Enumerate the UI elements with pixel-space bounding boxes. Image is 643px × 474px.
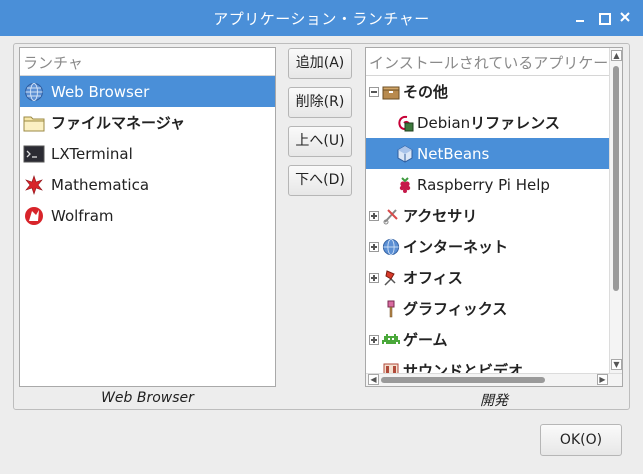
tree-item-label: アクセサリ (403, 207, 478, 225)
tree-item-netbeans[interactable]: NetBeans (366, 138, 622, 169)
launcher-item-label: Mathematica (51, 175, 150, 194)
launcher-item-label: Wolfram (51, 206, 114, 225)
launcher-item-label: ファイルマネージャ (51, 114, 185, 132)
launcher-item-label: LXTerminal (51, 144, 133, 163)
scroll-right-icon[interactable]: ▶ (597, 374, 608, 385)
tree-item-label: インターネット (403, 238, 509, 256)
netbeans-icon (396, 144, 414, 163)
tree-category-office[interactable]: オフィス (366, 262, 622, 293)
expand-icon[interactable] (369, 210, 379, 221)
launcher-item-web-browser[interactable]: Web Browser (20, 76, 275, 107)
folder-icon (23, 112, 45, 134)
ok-button[interactable]: OK(O) (540, 424, 622, 456)
tree-item-label: Raspberry Pi Help (417, 175, 550, 194)
remove-button[interactable]: 削除(R) (288, 87, 352, 118)
installed-category-caption: 開発 (480, 393, 508, 409)
launcher-item-label: Web Browser (51, 82, 150, 101)
wolfram-icon (23, 205, 45, 227)
tree-item-debian-reference[interactable]: Debian リファレンス (366, 107, 622, 138)
launcher-item-wolfram[interactable]: Wolfram (20, 200, 275, 231)
maximize-icon[interactable] (595, 9, 611, 25)
tree-vertical-scroll-thumb[interactable] (613, 66, 619, 291)
globe-icon (382, 238, 400, 256)
tree-category-accessories[interactable]: アクセサリ (366, 200, 622, 231)
launcher-item-mathematica[interactable]: Mathematica (20, 169, 275, 200)
expand-icon[interactable] (369, 334, 379, 345)
collapse-icon[interactable] (369, 86, 379, 97)
close-icon[interactable] (617, 9, 633, 25)
scroll-up-icon[interactable]: ▲ (611, 50, 622, 61)
launcher-selection-caption: Web Browser (101, 390, 194, 406)
mathematica-icon (23, 174, 45, 196)
installed-apps-tree[interactable]: インストールされているアプリケー その他 Debian リファレンス NetBe… (365, 47, 623, 387)
globe-icon (23, 81, 45, 103)
tree-category-games[interactable]: ゲーム (366, 324, 622, 355)
launcher-item-file-manager[interactable]: ファイルマネージャ (20, 107, 275, 138)
tree-item-label: その他 (403, 83, 449, 101)
terminal-icon (23, 143, 45, 165)
tree-category-other[interactable]: その他 (366, 76, 622, 107)
tree-item-label: NetBeans (417, 144, 490, 163)
window-title: アプリケーション・ランチャー (213, 10, 430, 28)
tree-item-label: オフィス (403, 269, 463, 287)
graphics-icon (382, 300, 400, 318)
box-icon (382, 83, 400, 101)
launcher-list-header: ランチャ (20, 48, 275, 76)
expand-icon[interactable] (369, 272, 379, 283)
raspberry-icon (396, 176, 414, 194)
title-bar[interactable]: アプリケーション・ランチャー (0, 0, 643, 36)
minimize-icon[interactable] (572, 9, 588, 25)
tree-item-label: グラフィックス (403, 300, 508, 318)
expand-icon[interactable] (369, 241, 379, 252)
tree-category-internet[interactable]: インターネット (366, 231, 622, 262)
move-down-button[interactable]: 下へ(D) (288, 165, 352, 196)
launcher-item-lxterminal[interactable]: LXTerminal (20, 138, 275, 169)
tree-item-label: リファレンス (470, 114, 560, 132)
launcher-list[interactable]: ランチャ Web Browser ファイルマネージャ LXTerminal Ma… (19, 47, 276, 387)
debian-icon (396, 114, 414, 132)
add-button[interactable]: 追加(A) (288, 48, 352, 79)
scroll-down-icon[interactable]: ▼ (611, 359, 622, 370)
move-up-button[interactable]: 上へ(U) (288, 126, 352, 157)
scroll-left-icon[interactable]: ◀ (368, 374, 379, 385)
accessories-icon (382, 207, 400, 225)
office-icon (382, 269, 400, 287)
tree-category-graphics[interactable]: グラフィックス (366, 293, 622, 324)
tree-item-raspberry-pi-help[interactable]: Raspberry Pi Help (366, 169, 622, 200)
installed-apps-header: インストールされているアプリケー (366, 48, 622, 76)
tree-horizontal-scroll-thumb[interactable] (381, 377, 545, 383)
game-icon (382, 331, 400, 349)
tree-item-label: ゲーム (403, 331, 448, 349)
tree-item-label: Debian (417, 113, 471, 132)
